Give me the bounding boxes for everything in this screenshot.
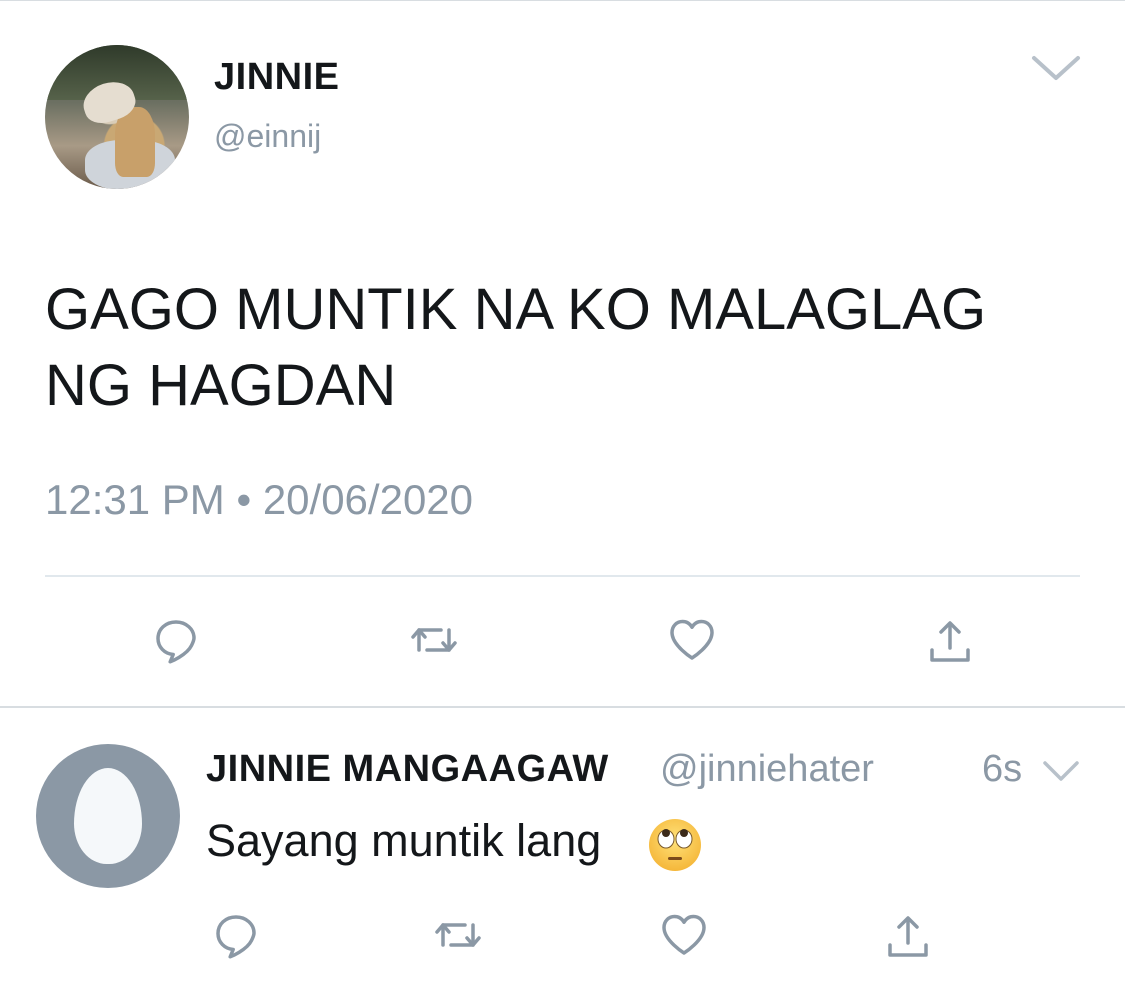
reply-author-avatar[interactable] bbox=[36, 744, 180, 888]
reply-author-handle[interactable]: @jinniehater bbox=[660, 748, 874, 791]
share-icon bbox=[888, 916, 928, 957]
like-button[interactable] bbox=[664, 612, 720, 668]
retweet-icon bbox=[411, 628, 457, 652]
chevron-down-icon[interactable] bbox=[1030, 52, 1082, 84]
reply-share-button[interactable] bbox=[880, 909, 936, 965]
reply-text: Sayang muntik lang bbox=[206, 815, 602, 866]
like-icon bbox=[662, 914, 706, 955]
rolling-eyes-emoji-icon bbox=[647, 817, 703, 873]
reply-timestamp: 6s bbox=[982, 748, 1023, 790]
tweet-timestamp[interactable]: 12:31 PM • 20/06/2020 bbox=[45, 476, 473, 524]
author-avatar[interactable] bbox=[45, 45, 189, 189]
reply-button[interactable] bbox=[148, 612, 204, 668]
tweet-text: GAGO MUNTIK NA KO MALAGLAG NG HAGDAN bbox=[45, 277, 987, 418]
retweet-button[interactable] bbox=[406, 612, 462, 668]
share-button[interactable] bbox=[922, 614, 978, 670]
reply-reply-button[interactable] bbox=[208, 907, 264, 963]
author-name[interactable]: JINNIE bbox=[214, 56, 339, 99]
share-icon bbox=[930, 621, 970, 662]
top-divider bbox=[0, 0, 1125, 1]
chevron-down-icon[interactable] bbox=[1042, 758, 1080, 784]
reply-like-button[interactable] bbox=[656, 907, 712, 963]
reply-retweet-button[interactable] bbox=[430, 907, 486, 963]
reply-author-name[interactable]: JINNIE MANGAAGAW bbox=[206, 748, 609, 791]
retweet-icon bbox=[435, 923, 481, 947]
reply-icon bbox=[156, 620, 196, 664]
egg-icon bbox=[74, 768, 142, 864]
reply-icon bbox=[216, 915, 256, 959]
like-icon bbox=[670, 619, 714, 660]
divider bbox=[45, 575, 1080, 577]
tweet-separator bbox=[0, 706, 1125, 708]
author-handle[interactable]: @einnij bbox=[214, 118, 321, 155]
